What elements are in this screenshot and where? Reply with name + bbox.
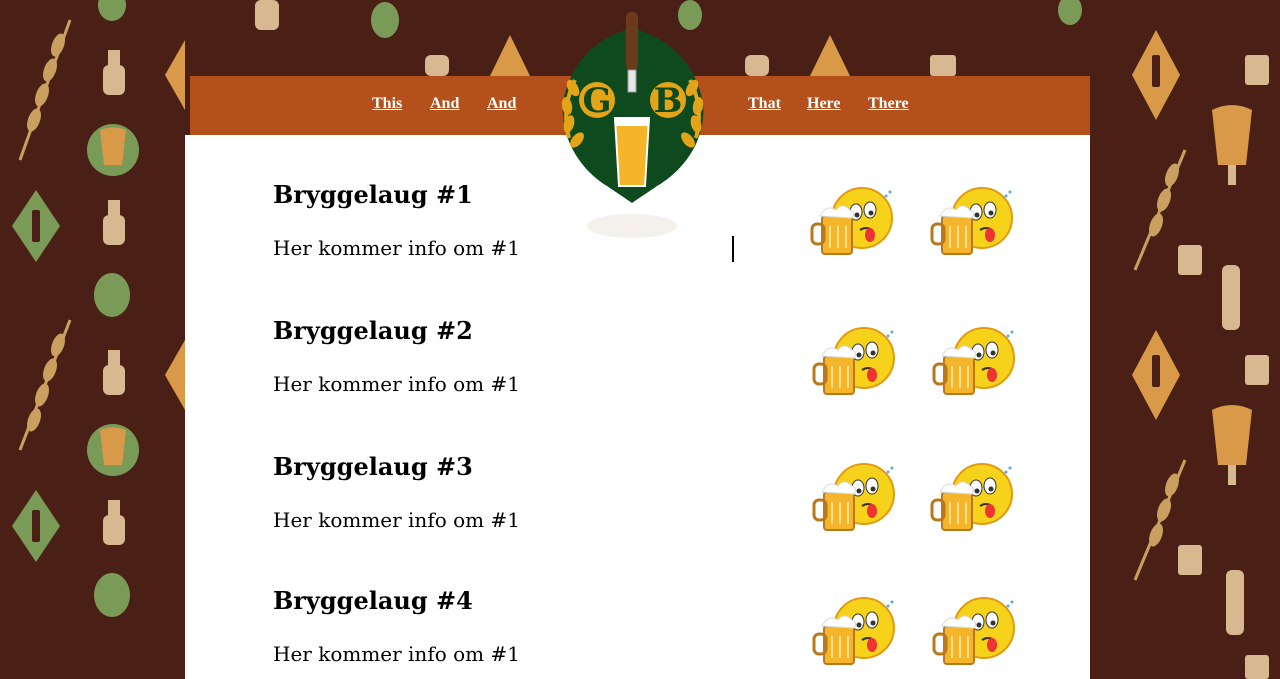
beer-emoji-icon <box>928 458 1022 538</box>
nav-link-here[interactable]: Here <box>807 95 840 113</box>
nav-link-this[interactable]: This <box>372 95 402 113</box>
beer-emoji-icon <box>928 182 1022 262</box>
entry-title-3: Bryggelaug #3 <box>273 452 473 481</box>
beer-emoji-icon <box>810 322 904 402</box>
beer-emoji-icon <box>930 322 1024 402</box>
site-logo[interactable]: G B <box>555 8 710 243</box>
entry-title-1: Bryggelaug #1 <box>273 180 473 209</box>
nav-link-and-1[interactable]: And <box>430 95 459 113</box>
nav-link-there[interactable]: There <box>868 95 909 113</box>
nav-link-and-2[interactable]: And <box>487 95 516 113</box>
logo-letter-b: B <box>654 81 683 121</box>
text-cursor <box>732 236 734 262</box>
left-pattern-panel <box>12 0 185 617</box>
beer-glass-icon <box>613 117 651 187</box>
entry-text-4: Her kommer info om #1 <box>273 642 520 666</box>
nav-link-that[interactable]: That <box>748 95 781 113</box>
logo-letter-g: G <box>582 81 611 121</box>
entry-text-3: Her kommer info om #1 <box>273 508 520 532</box>
beer-emoji-icon <box>810 592 904 672</box>
entry-text-2: Her kommer info om #1 <box>273 372 520 396</box>
beer-emoji-icon <box>810 458 904 538</box>
entry-title-2: Bryggelaug #2 <box>273 316 473 345</box>
beer-emoji-icon <box>930 592 1024 672</box>
right-pattern-panel <box>1132 30 1269 679</box>
entry-title-4: Bryggelaug #4 <box>273 586 473 615</box>
beer-emoji-icon <box>808 182 902 262</box>
entry-text-1: Her kommer info om #1 <box>273 236 520 260</box>
